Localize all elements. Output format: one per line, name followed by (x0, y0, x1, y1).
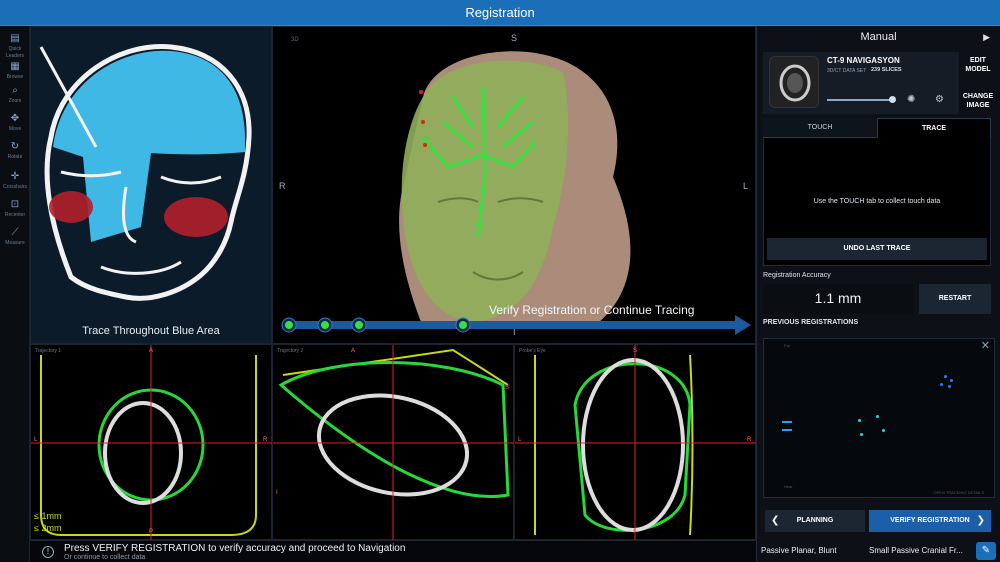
chevron-right-icon: ❯ (976, 515, 985, 526)
verify-registration-button[interactable]: VERIFY REGISTRATION ❯ (869, 510, 991, 532)
info-icon: ! (42, 546, 54, 558)
crosshairs-icon: ✛ (10, 171, 20, 182)
image-name: CT-9 NAVIGASYON (827, 56, 900, 65)
head-3d-model (281, 51, 751, 335)
plot-near-label: Near (784, 484, 793, 489)
planning-button[interactable]: ❮ PLANNING (765, 510, 865, 532)
settings-gear-icon[interactable]: ⚙ (935, 94, 944, 105)
window-slider[interactable] (827, 99, 893, 101)
legend-1mm: ≤ 1mm (34, 511, 62, 521)
tab-trace[interactable]: TRACE (877, 118, 991, 138)
status-bar: ! Press VERIFY REGISTRATION to verify ac… (30, 540, 756, 562)
previous-registrations-label: PREVIOUS REGISTRATIONS (763, 319, 859, 326)
registration-point (876, 415, 879, 418)
slice-title: Probe's Eye (519, 348, 546, 354)
move-icon: ✥ (10, 113, 20, 124)
registration-accuracy-value: 1.1 mm (814, 290, 862, 306)
collection-tabs: TOUCH TRACE (763, 118, 991, 138)
tool-move[interactable]: ✥ Move (0, 112, 30, 140)
trace-guide-panel: Trace Throughout Blue Area (30, 26, 272, 344)
undo-last-trace-button[interactable]: UNDO LAST TRACE (767, 238, 987, 260)
quick-leaders-icon: ▤ (10, 33, 20, 44)
mode-title: Manual (860, 31, 897, 43)
guide-caption: Trace Throughout Blue Area (82, 325, 220, 337)
registration-point (948, 385, 951, 388)
zoom-icon: ⌕ (12, 85, 18, 96)
brightness-icon[interactable]: ✺ (907, 94, 915, 105)
mode-arrow-icon[interactable]: ▶ (983, 32, 990, 43)
measure-icon: ⟋ (11, 227, 19, 238)
image-slices: 239 SLICES (871, 67, 902, 73)
registration-point (858, 419, 861, 422)
restart-button[interactable]: RESTART (919, 284, 991, 314)
ct-slice-trajectory (273, 345, 515, 541)
registration-point (950, 379, 953, 382)
registration-point (940, 383, 943, 386)
window-title: Registration (465, 5, 535, 20)
tool-zoom[interactable]: ⌕ Zoom (0, 84, 30, 112)
probe-icon[interactable]: ✎ (976, 542, 996, 560)
legend-2mm: ≤ 2mm (34, 523, 62, 533)
recenter-icon: ⊡ (10, 199, 20, 210)
browse-icon: ▦ (10, 61, 20, 72)
accuracy-legend: ≤ 1mm ≤ 2mm (34, 510, 61, 534)
image-subtitle: 3D/CT DATA SET (827, 68, 867, 74)
tool-rotate[interactable]: ↻ Rotate (0, 140, 30, 168)
tool-crosshairs[interactable]: ✛ Crosshairs (0, 170, 30, 198)
previous-registrations-plot[interactable]: Far Near ✕ OPEN TRACKING DETAILS (763, 338, 995, 498)
tool-rail: ▤ Quick Leaders ▦ Browse ⌕ Zoom ✥ Move ↻ Rota… (0, 26, 30, 562)
slice-view-3[interactable]: Probe's Eye S I L R (514, 344, 757, 541)
ct-thumbnail (769, 56, 819, 108)
registration-point (860, 433, 863, 436)
close-icon[interactable]: ✕ (981, 339, 990, 352)
registration-accuracy-label: Registration Accuracy (763, 272, 831, 279)
edit-model-button[interactable]: EDIT MODEL (960, 56, 996, 74)
registration-point (944, 375, 947, 378)
trace-message: Use the TOUCH tab to collect touch data (813, 198, 941, 205)
plot-far-label: Far (784, 343, 790, 348)
registration-point (882, 429, 885, 432)
window-slider-handle[interactable] (889, 96, 896, 103)
open-tracking-details-link[interactable]: OPEN TRACKING DETAILS (933, 490, 984, 495)
status-main: Press VERIFY REGISTRATION to verify accu… (64, 543, 406, 554)
scale-tick (782, 421, 792, 423)
chevron-left-icon: ❮ (771, 515, 780, 526)
tool-recenter[interactable]: ⊡ Recenter (0, 198, 30, 226)
slice-view-2[interactable]: Trajectory 2 A I S (272, 344, 515, 541)
status-sub: Or continue to collect data (64, 554, 146, 561)
tool-measure[interactable]: ⟋ Measure (0, 226, 30, 254)
head-guide-illustration (39, 44, 252, 301)
scale-tick (782, 429, 792, 431)
ct-slice-axial (31, 345, 273, 541)
title-bar: Registration (0, 0, 1000, 26)
slice-view-1[interactable]: Trajectory 1 A P L R (30, 344, 273, 541)
tracked-tool-1: Passive Planar, Blunt (761, 546, 837, 555)
change-image-button[interactable]: CHANGE IMAGE (960, 92, 996, 110)
tool-quick-leaders[interactable]: ▤ Quick Leaders (0, 32, 30, 60)
ct-slice-probes-eye (515, 345, 757, 541)
right-panel: Manual ▶ CT-9 NAVIGASYON 3D/CT DATA SET … (756, 26, 1000, 562)
verify-hint: Verify Registration or Continue Tracing (489, 303, 695, 317)
3d-view[interactable]: 3D S R L I Verify Registration or Contin… (272, 26, 756, 344)
slice-title: Trajectory 2 (277, 348, 304, 354)
slice-title: Trajectory 1 (35, 348, 62, 354)
rotate-icon: ↻ (10, 141, 20, 152)
tracked-tool-2: Small Passive Cranial Fr... (869, 546, 963, 555)
tab-touch[interactable]: TOUCH (763, 118, 877, 138)
